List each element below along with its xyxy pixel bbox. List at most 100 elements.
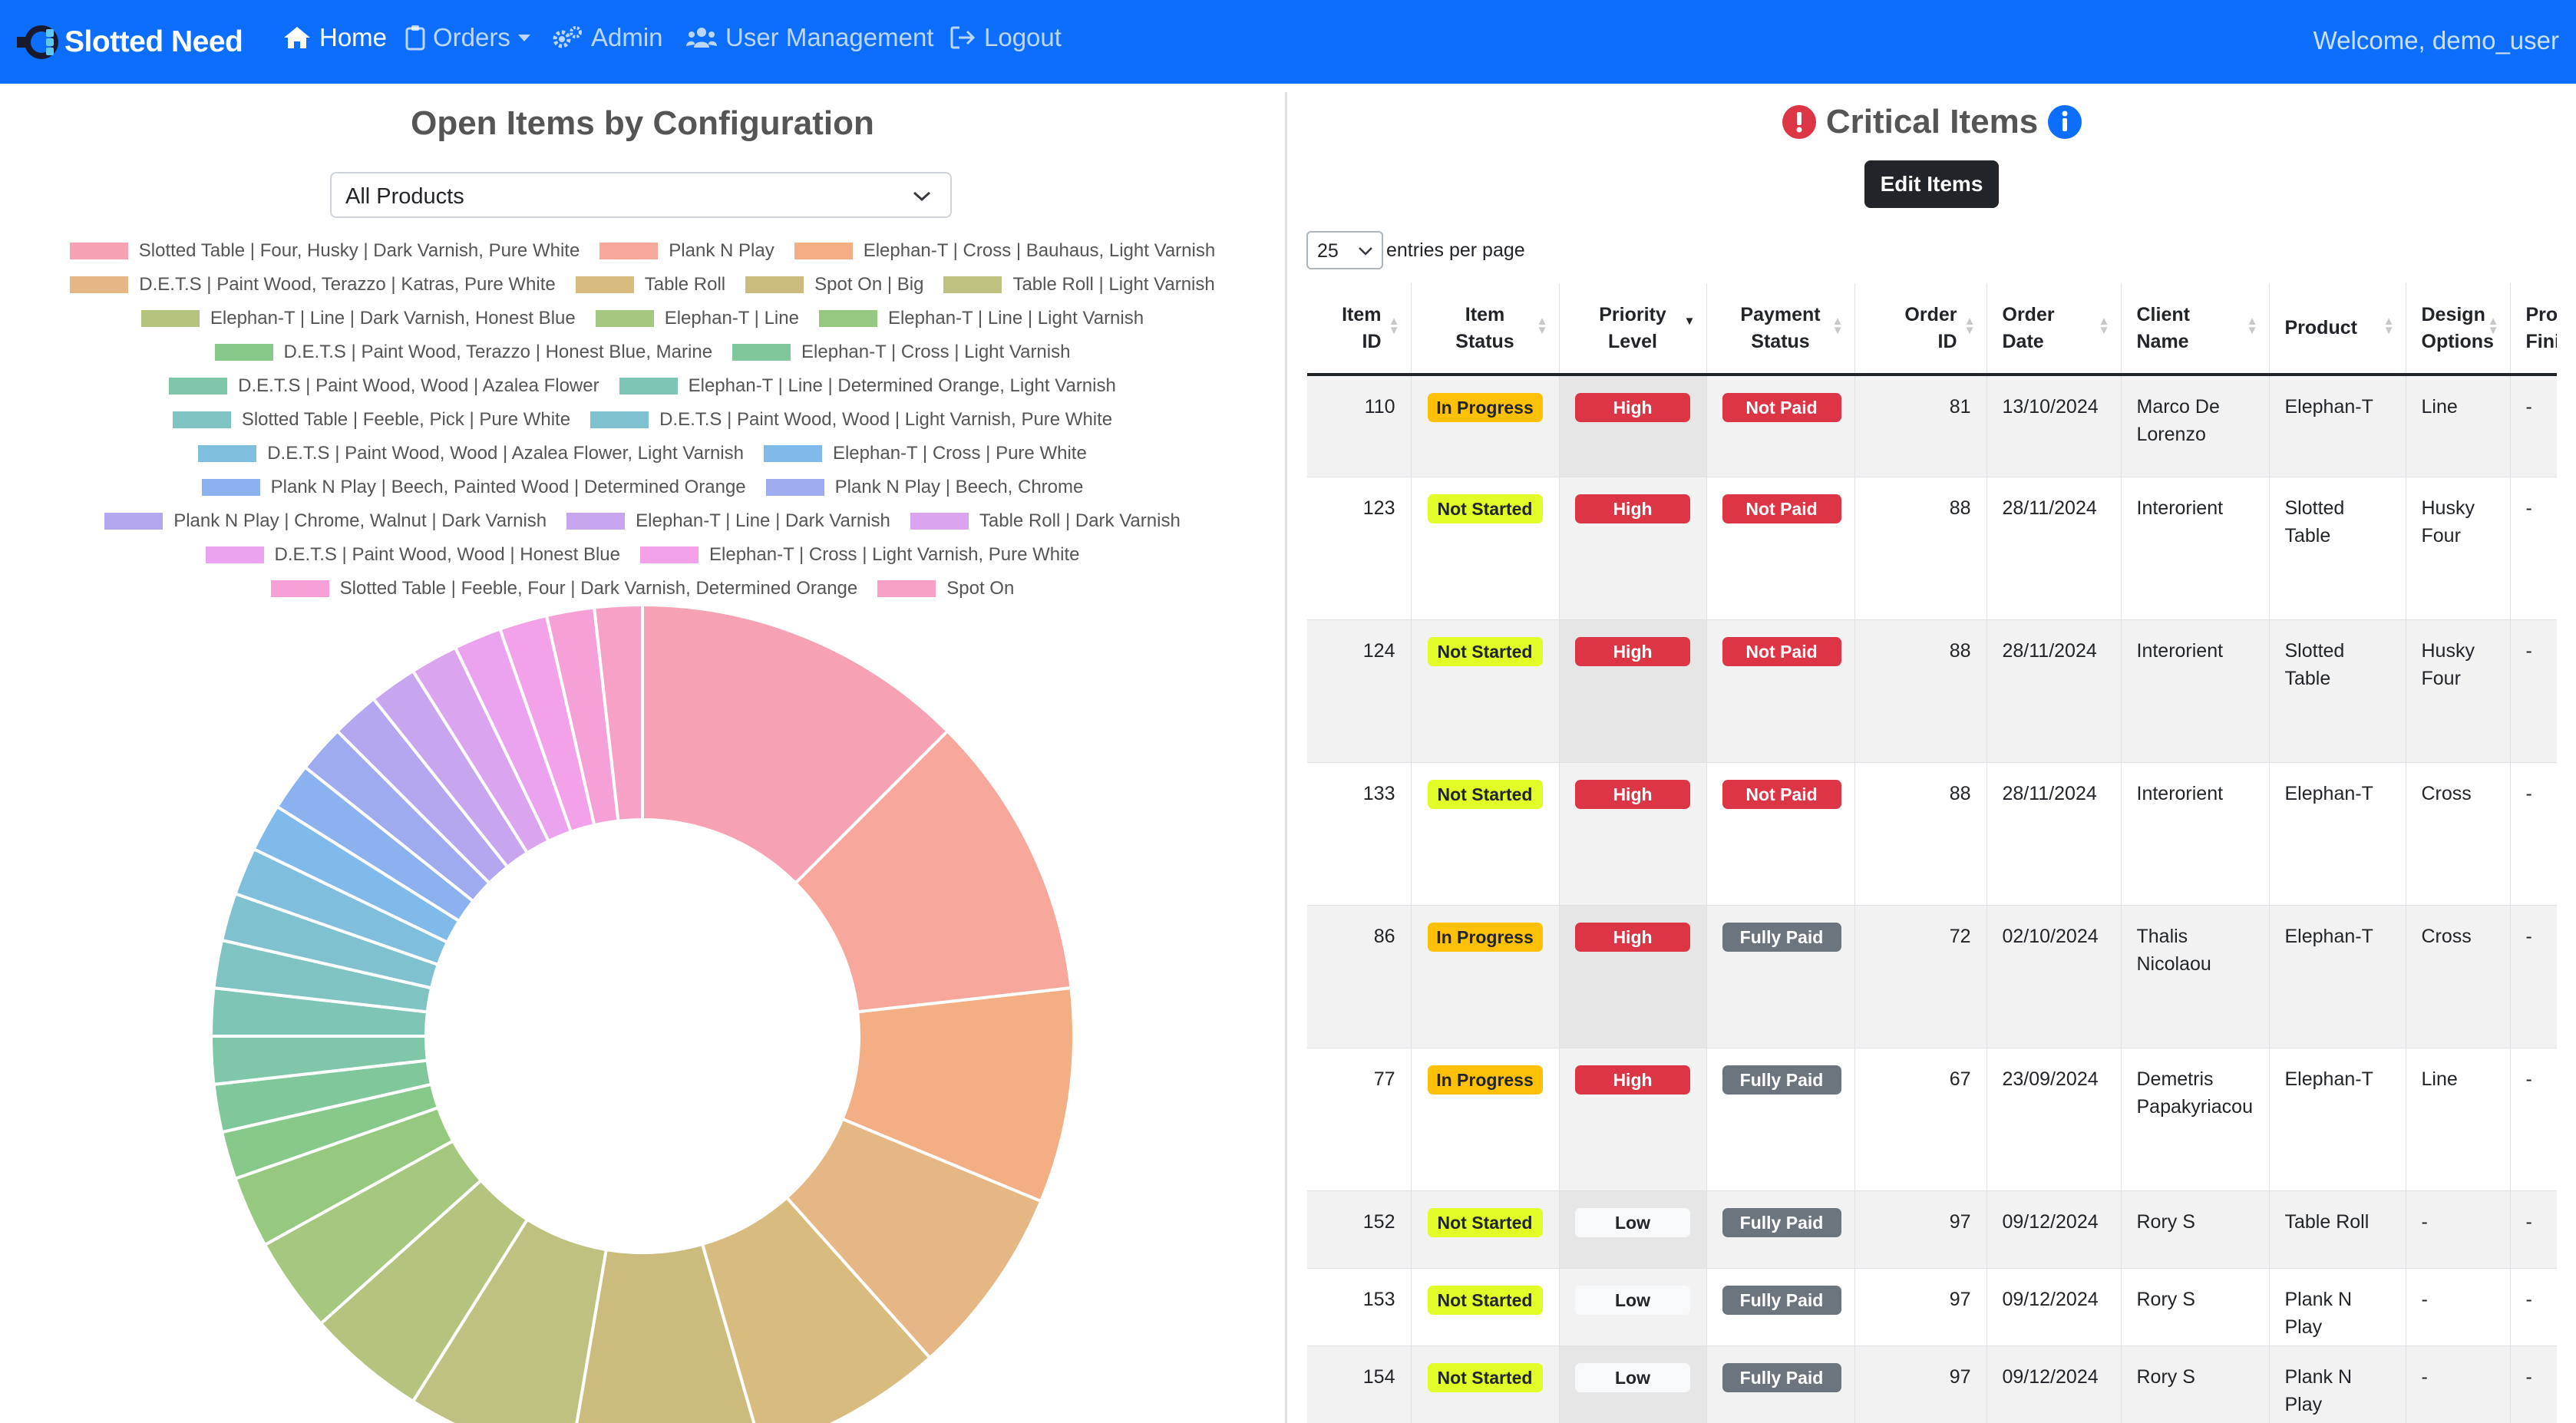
column-header-label: Order <box>2002 303 2055 325</box>
design-options-cell: Line <box>2406 1048 2511 1191</box>
table-row[interactable]: 153 Not Started Low Fully Paid 97 09/12/2024 R… <box>1307 1268 2557 1346</box>
legend-label: Elephan-T | Cross | Light Varnish <box>801 342 1071 362</box>
info-icon[interactable] <box>2047 104 2082 140</box>
design-options-cell: Line <box>2406 375 2511 477</box>
nav-logout[interactable]: Logout <box>950 23 1062 52</box>
legend-item[interactable]: Spot On | Big <box>745 274 923 295</box>
legend-item[interactable]: Elephan-T | Line | Dark Varnish <box>566 510 890 532</box>
product-cell: Elephan-T <box>2269 762 2406 906</box>
legend-item[interactable]: Elephan-T | Cross | Pure White <box>763 443 1087 464</box>
column-header[interactable]: Prod Finis <box>2510 283 2557 376</box>
item-status-cell: Not Started <box>1411 477 1560 620</box>
table-row[interactable]: 110 In Progress High Not Paid 81 13/10/2024 Ma… <box>1307 375 2557 477</box>
legend-swatch <box>745 276 804 293</box>
column-header[interactable]: Order ID ▲ ▼ <box>1854 283 1987 376</box>
table-row[interactable]: 152 Not Started Low Fully Paid 97 09/12/2024 R… <box>1307 1190 2557 1269</box>
nav-logout-label: Logout <box>984 23 1062 51</box>
table-row[interactable]: 154 Not Started Low Fully Paid 97 09/12/2024 R… <box>1307 1345 2557 1423</box>
legend-label: D.E.T.S | Paint Wood, Wood | Light Varni… <box>659 409 1113 430</box>
sort-icon[interactable]: ▲ ▼ <box>1389 315 1400 336</box>
order-id-cell: 97 <box>1854 1268 1987 1346</box>
column-header-label: Status <box>1455 330 1514 352</box>
legend-item[interactable]: Elephan-T | Line | Light Varnish <box>818 308 1144 329</box>
legend-swatch <box>70 276 129 293</box>
legend-label: Plank N Play | Beech, Chrome <box>834 477 1084 497</box>
legend-item[interactable]: Plank N Play | Chrome, Walnut | Dark Var… <box>104 510 547 532</box>
column-header[interactable]: Client Name ▲ ▼ <box>2121 283 2270 376</box>
legend-item[interactable]: Elephan-T | Cross | Light Varnish, Pure … <box>640 544 1079 566</box>
legend-row: Plank N Play | Beech, Painted Wood | Det… <box>31 470 1254 504</box>
product-select-value: All Products <box>345 184 464 209</box>
payment-cell: Fully Paid <box>1706 1190 1855 1269</box>
column-header-label: ID <box>1362 330 1382 352</box>
sort-icon[interactable]: ▲ ▼ <box>1832 315 1844 336</box>
legend-item[interactable]: Table Roll | Dark Varnish <box>910 510 1181 532</box>
legend-swatch <box>732 344 791 361</box>
legend-item[interactable]: D.E.T.S | Paint Wood, Wood | Honest Blue <box>205 544 620 566</box>
legend-item[interactable]: Table Roll <box>575 274 725 295</box>
legend-row: Elephan-T | Line | Dark Varnish, Honest … <box>31 302 1254 335</box>
order-date-cell: 13/10/2024 <box>1986 375 2122 477</box>
nav-orders[interactable]: Orders <box>405 23 530 52</box>
table-row[interactable]: 133 Not Started High Not Paid 88 28/11/2024 In… <box>1307 762 2557 906</box>
sort-desc-icon[interactable]: ▼ <box>1684 315 1696 327</box>
legend-item[interactable]: Elephan-T | Cross | Bauhaus, Light Varni… <box>794 240 1215 262</box>
legend-swatch <box>566 513 626 530</box>
item-id-cell: 152 <box>1307 1190 1412 1269</box>
table-row[interactable]: 123 Not Started High Not Paid 88 28/11/2024 In… <box>1307 477 2557 620</box>
legend-item[interactable]: Slotted Table | Feeble, Four | Dark Varn… <box>270 578 857 599</box>
column-header[interactable]: Design Options ▲ ▼ <box>2406 283 2511 376</box>
logout-icon <box>950 26 976 49</box>
legend-item[interactable]: Table Roll | Light Varnish <box>943 274 1215 295</box>
column-header[interactable]: Payment Status ▲ ▼ <box>1706 283 1855 376</box>
brand[interactable]: Slotted Need <box>12 20 243 64</box>
edit-items-button[interactable]: Edit Items <box>1864 160 1999 208</box>
column-header[interactable]: Order Date ▲ ▼ <box>1986 283 2122 376</box>
sort-icon[interactable]: ▲ ▼ <box>1537 315 1548 336</box>
table-row[interactable]: 77 In Progress High Fully Paid 67 23/09/2024 D… <box>1307 1048 2557 1191</box>
product-select[interactable]: All Products <box>330 172 952 218</box>
legend-item[interactable]: D.E.T.S | Paint Wood, Terazzo | Honest B… <box>214 342 712 363</box>
legend-item[interactable]: Plank N Play | Beech, Painted Wood | Det… <box>201 477 746 498</box>
legend-item[interactable]: D.E.T.S | Paint Wood, Wood | Light Varni… <box>590 409 1112 431</box>
column-header[interactable]: Item Status ▲ ▼ <box>1411 283 1560 376</box>
nav-home[interactable]: Home <box>282 23 387 52</box>
legend-item[interactable]: D.E.T.S | Paint Wood, Terazzo | Katras, … <box>70 274 556 295</box>
legend-item[interactable]: D.E.T.S | Paint Wood, Wood | Azalea Flow… <box>169 375 599 397</box>
sort-icon[interactable]: ▲ ▼ <box>2099 315 2110 336</box>
legend-swatch <box>198 445 257 462</box>
item-status-cell: In Progress <box>1411 905 1560 1048</box>
nav-admin[interactable]: Admin <box>551 23 663 52</box>
legend-swatch <box>172 411 231 428</box>
sort-icon[interactable]: ▲ ▼ <box>1964 315 1976 336</box>
legend-item[interactable]: Elephan-T | Line <box>595 308 799 329</box>
table-row[interactable]: 86 In Progress High Fully Paid 72 02/10/2024 T… <box>1307 905 2557 1048</box>
legend-item[interactable]: Spot On <box>877 578 1014 599</box>
payment-badge: Not Paid <box>1722 779 1841 809</box>
priority-badge: Low <box>1575 1362 1690 1392</box>
sort-icon[interactable]: ▲ ▼ <box>2488 315 2499 336</box>
column-header[interactable]: Item ID ▲ ▼ <box>1307 283 1412 376</box>
legend-item[interactable]: Elephan-T | Line | Determined Orange, Li… <box>619 375 1116 397</box>
sort-icon[interactable]: ▲ ▼ <box>2247 315 2258 336</box>
legend-item[interactable]: Plank N Play <box>599 240 774 262</box>
order-id-cell: 97 <box>1854 1345 1987 1423</box>
column-header[interactable]: Product ▲ ▼ <box>2269 283 2406 376</box>
nav-user-management[interactable]: User Management <box>685 23 933 52</box>
critical-items-table-container[interactable]: Item ID ▲ ▼ Item Status ▲ ▼ Priority Level ▼ Paymen… <box>1307 283 2557 1423</box>
legend-item[interactable]: Slotted Table | Four, Husky | Dark Varni… <box>69 240 580 262</box>
table-row[interactable]: 124 Not Started High Not Paid 88 28/11/2024 In… <box>1307 619 2557 763</box>
legend-swatch <box>640 546 698 563</box>
per-page-select[interactable]: 25 <box>1306 231 1383 269</box>
column-header[interactable]: Priority Level ▼ <box>1559 283 1707 376</box>
legend-item[interactable]: Plank N Play | Beech, Chrome <box>765 477 1084 498</box>
legend-item[interactable]: Elephan-T | Line | Dark Varnish, Honest … <box>140 308 576 329</box>
legend-item[interactable]: D.E.T.S | Paint Wood, Wood | Azalea Flow… <box>198 443 744 464</box>
order-id-cell: 72 <box>1854 905 1987 1048</box>
legend-item[interactable]: Elephan-T | Cross | Light Varnish <box>732 342 1070 363</box>
legend-item[interactable]: Slotted Table | Feeble, Pick | Pure Whit… <box>172 409 570 431</box>
item-status-cell: Not Started <box>1411 1268 1560 1346</box>
product-finish-cell: - <box>2510 619 2557 763</box>
legend-row: D.E.T.S | Paint Wood, Wood | Azalea Flow… <box>31 369 1254 403</box>
sort-icon[interactable]: ▲ ▼ <box>2383 315 2395 336</box>
